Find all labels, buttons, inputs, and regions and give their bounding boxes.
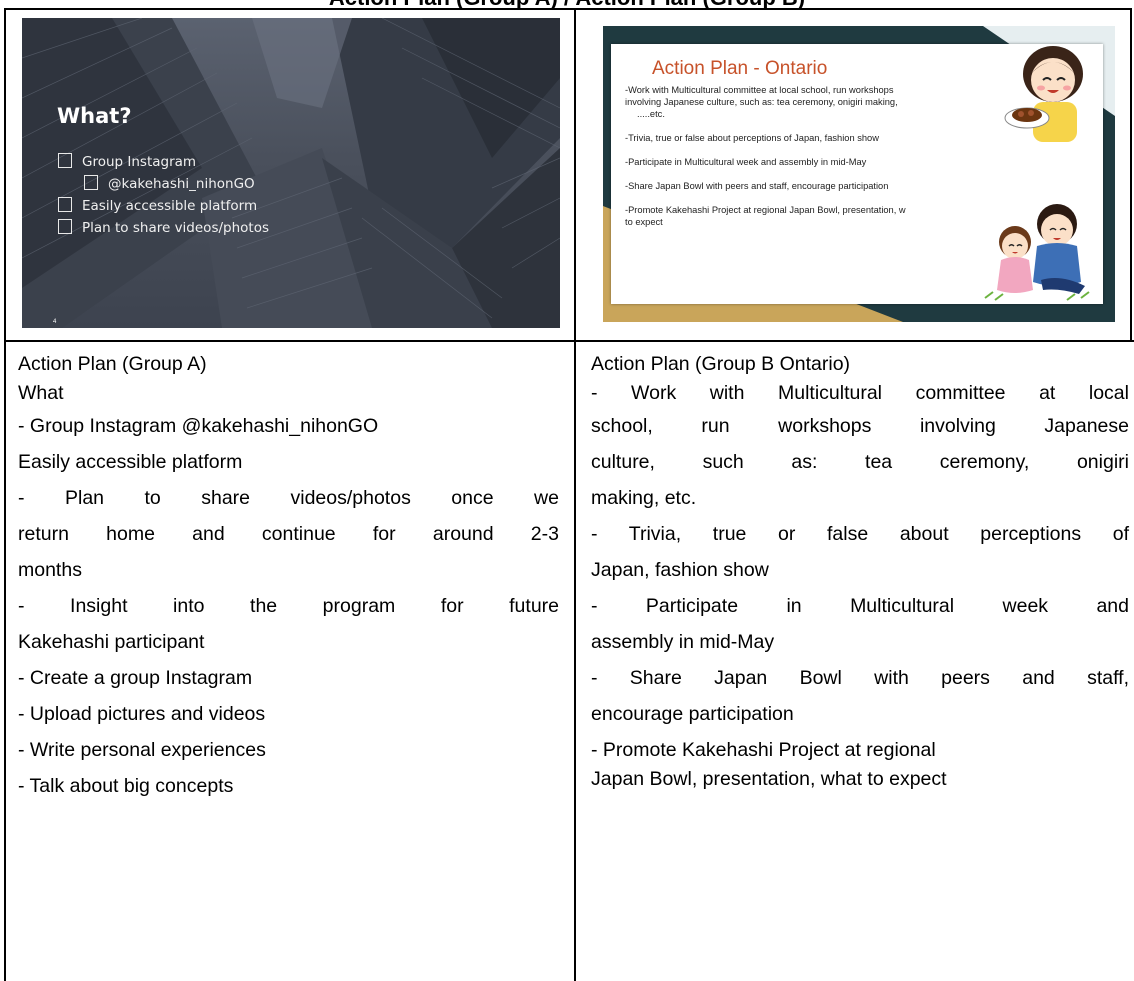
text-line: making, etc. [591, 487, 697, 509]
text-line: return home and continue for around 2-3 [18, 523, 559, 545]
text-line-justified: school, run workshops involving Japanese [591, 412, 1129, 441]
text-line: Japan Bowl, presentation, what to expect [591, 768, 947, 790]
slide-b-line: .....etc. [637, 109, 665, 119]
text-line: - Trivia, true or false about perception… [591, 523, 1129, 545]
text-line: - Work with Multicultural committee at l… [591, 382, 1129, 404]
table-row-divider [4, 340, 1134, 342]
text-line-justified: - Plan to share videos/photos once we [18, 484, 559, 513]
text-line: - Upload pictures and videos [18, 703, 266, 725]
text-line: - Create a group Instagram [18, 667, 253, 689]
text-line: encourage participation [591, 703, 794, 725]
text-line-justified: - Work with Multicultural committee at l… [591, 379, 1129, 408]
slide-b-line: to expect [625, 217, 663, 227]
text-line: assembly in mid-May [591, 631, 775, 653]
text-line: Easily accessible platform [18, 451, 243, 473]
text-line: - Plan to share videos/photos once we [18, 487, 559, 509]
table-left-border-top [4, 8, 6, 341]
text-line: - Insight into the program for future [18, 595, 559, 617]
text-line: - Talk about big concepts [18, 775, 234, 797]
text-line: - Share Japan Bowl with peers and staff, [591, 667, 1129, 689]
text-line: - Write personal experiences [18, 739, 266, 761]
slide-a-bullet: Group Instagram [58, 151, 269, 173]
text-line-justified: culture, such as: tea ceremony, onigiri [591, 448, 1129, 477]
text-line: What [18, 382, 64, 404]
slide-b-line: involving Japanese culture, such as: tea… [625, 97, 898, 107]
slide-a-bullet: Easily accessible platform [58, 195, 269, 217]
text-line: Japan, fashion show [591, 559, 769, 581]
text-line-justified: - Insight into the program for future [18, 592, 559, 621]
slide-b-line: -Trivia, true or false about perceptions… [625, 133, 879, 143]
slide-a-bullet: @kakehashi_nihonGO [58, 173, 269, 195]
slide-a-heading: What? [57, 104, 132, 128]
girl-with-food-illustration [1004, 46, 1083, 142]
slide-page-number: 4 [53, 319, 57, 325]
slide-a-bullet: Plan to share videos/photos [58, 217, 269, 239]
text-line: - Group Instagram @kakehashi_nihonGO [18, 415, 379, 437]
slide-b-line: -Participate in Multicultural week and a… [625, 157, 867, 167]
text-line: - Promote Kakehashi Project at regional [591, 739, 936, 761]
slide-b-card: Action Plan - Ontario -Work with Multicu… [611, 44, 1103, 304]
text-line-justified: return home and continue for around 2-3 [18, 520, 559, 549]
slide-b-line: -Share Japan Bowl with peers and staff, … [625, 181, 889, 191]
slide-group-a: What? Group Instagram @kakehashi_nihonGO… [22, 18, 560, 328]
text-line: school, run workshops involving Japanese [591, 415, 1129, 437]
slide-b-title: Action Plan - Ontario [652, 58, 828, 79]
slide-b-line: -Promote Kakehashi Project at regional J… [625, 205, 906, 215]
bullet-box-icon [58, 219, 72, 234]
bullet-box-icon [58, 153, 72, 168]
table-center-divider [574, 8, 576, 981]
table-left-border-bottom [4, 340, 6, 981]
text-line: Kakehashi participant [18, 631, 205, 653]
text-line: Action Plan (Group A) [18, 353, 207, 375]
slide-b-line: -Work with Multicultural committee at lo… [625, 85, 894, 95]
text-line: months [18, 559, 82, 581]
text-line-justified: - Trivia, true or false about perception… [591, 520, 1129, 549]
text-line: - Participate in Multicultural week and [591, 595, 1129, 617]
slide-a-bullet-list: Group Instagram @kakehashi_nihonGO Easil… [58, 151, 269, 239]
text-line-justified: - Participate in Multicultural week and [591, 592, 1129, 621]
table-top-border [4, 8, 1132, 10]
text-line: culture, such as: tea ceremony, onigiri [591, 451, 1129, 473]
bullet-box-icon [58, 197, 72, 212]
couple-sitting-illustration [984, 204, 1090, 301]
table-right-border [1130, 8, 1132, 341]
text-line: Action Plan (Group B Ontario) [591, 353, 851, 375]
bullet-box-icon [84, 175, 98, 190]
slide-group-b: Action Plan - Ontario -Work with Multicu… [603, 26, 1115, 322]
text-line-justified: - Share Japan Bowl with peers and staff, [591, 664, 1129, 693]
